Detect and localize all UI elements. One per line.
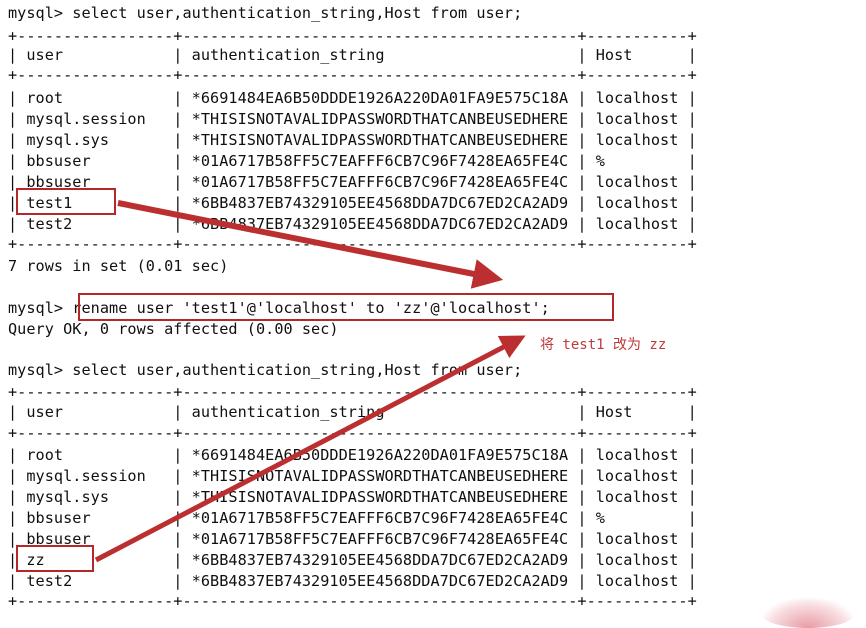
terminal-line: | test2 | *6BB4837EB74329105EE4568DDA7DC… <box>8 215 697 233</box>
terminal-line: | mysql.session | *THISISNOTAVALIDPASSWO… <box>8 110 697 128</box>
terminal-line: | test2 | *6BB4837EB74329105EE4568DDA7DC… <box>8 572 697 590</box>
terminal-line: | user | authentication_string | Host | <box>8 403 697 421</box>
terminal-line: Query OK, 0 rows affected (0.00 sec) <box>8 320 339 338</box>
terminal-line: | root | *6691484EA6B50DDDE1926A220DA01F… <box>8 89 697 107</box>
terminal-line: +-----------------+---------------------… <box>8 27 697 45</box>
terminal-line: | bbsuser | *01A6717B58FF5C7EAFFF6CB7C96… <box>8 530 697 548</box>
terminal-line: 7 rows in set (0.01 sec) <box>8 257 229 275</box>
terminal-line: | user | authentication_string | Host | <box>8 46 697 64</box>
terminal-line: mysql> rename user 'test1'@'localhost' t… <box>8 299 550 317</box>
terminal-line: +-----------------+---------------------… <box>8 592 697 610</box>
terminal-output: mysql> select user,authentication_string… <box>0 0 866 614</box>
terminal-line: mysql> select user,authentication_string… <box>8 4 523 22</box>
terminal-line: | mysql.session | *THISISNOTAVALIDPASSWO… <box>8 467 697 485</box>
terminal-line: | root | *6691484EA6B50DDDE1926A220DA01F… <box>8 446 697 464</box>
terminal-line: +-----------------+---------------------… <box>8 383 697 401</box>
terminal-line: mysql> select user,authentication_string… <box>8 361 523 379</box>
terminal-line: | test1 | *6BB4837EB74329105EE4568DDA7DC… <box>8 194 697 212</box>
terminal-line: | bbsuser | *01A6717B58FF5C7EAFFF6CB7C96… <box>8 152 697 170</box>
terminal-line: | bbsuser | *01A6717B58FF5C7EAFFF6CB7C96… <box>8 173 697 191</box>
terminal-line: +-----------------+---------------------… <box>8 66 697 84</box>
terminal-line: | zz | *6BB4837EB74329105EE4568DDA7DC67E… <box>8 551 697 569</box>
terminal-line: +-----------------+---------------------… <box>8 235 697 253</box>
terminal-line: | mysql.sys | *THISISNOTAVALIDPASSWORDTH… <box>8 131 697 149</box>
terminal-line: | mysql.sys | *THISISNOTAVALIDPASSWORDTH… <box>8 488 697 506</box>
terminal-line: | bbsuser | *01A6717B58FF5C7EAFFF6CB7C96… <box>8 509 697 527</box>
terminal-line: +-----------------+---------------------… <box>8 424 697 442</box>
